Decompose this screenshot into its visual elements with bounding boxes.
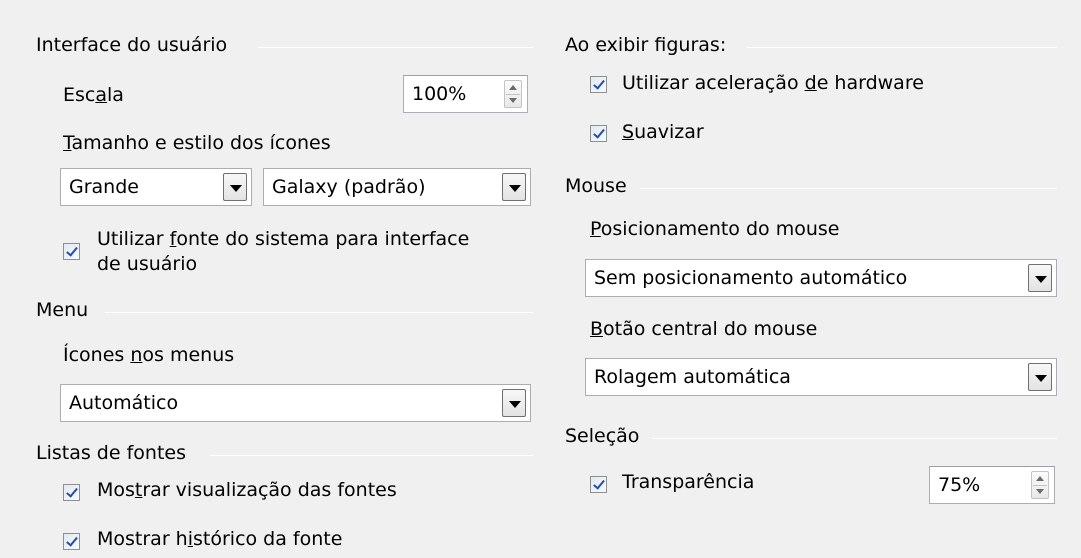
hw-accel-label: Utilizar aceleração de hardware (622, 72, 924, 94)
smooth-checkbox[interactable] (590, 125, 607, 142)
section-divider (258, 47, 533, 48)
menu-icons-select[interactable]: Automático (60, 384, 531, 422)
mouse-positioning-value: Sem posicionamento automático (594, 267, 908, 289)
menu-icons-label: Ícones nos menus (63, 344, 235, 366)
icon-size-value: Grande (69, 176, 139, 198)
scale-spinbox[interactable]: 100% (403, 75, 528, 113)
font-history-label: Mostrar histórico da fonte (97, 528, 343, 550)
scale-label: Escala (63, 84, 124, 106)
section-title-interface: Interface do usuário (36, 34, 228, 56)
section-divider (105, 312, 533, 313)
scale-value: 100% (412, 83, 467, 105)
section-divider (652, 438, 1057, 439)
chevron-down-icon[interactable] (502, 389, 526, 417)
font-preview-label: Mostrar visualização das fontes (97, 479, 397, 501)
mouse-positioning-label: Posicionamento do mouse (590, 218, 840, 240)
menu-icons-value: Automático (69, 392, 179, 414)
mouse-positioning-select[interactable]: Sem posicionamento automático (585, 259, 1057, 297)
section-divider (747, 47, 1057, 48)
section-title-figures: Ao exibir figuras: (565, 34, 727, 56)
transparency-spinbox[interactable]: 75% (929, 466, 1055, 504)
chevron-down-icon[interactable] (502, 173, 526, 201)
section-divider (210, 455, 533, 456)
icon-style-select[interactable]: Galaxy (padrão) (263, 168, 531, 206)
system-font-checkbox[interactable] (63, 243, 80, 260)
icon-size-select[interactable]: Grande (60, 168, 252, 206)
hw-accel-checkbox[interactable] (590, 76, 607, 93)
middle-button-label: Botão central do mouse (590, 318, 818, 340)
system-font-label: Utilizar fonte do sistema para interface… (97, 228, 470, 275)
font-history-checkbox[interactable] (63, 533, 80, 550)
chevron-down-icon[interactable] (223, 173, 247, 201)
chevron-down-icon[interactable] (1028, 264, 1052, 292)
smooth-label: Suavizar (622, 121, 704, 143)
middle-button-select[interactable]: Rolagem automática (585, 358, 1057, 396)
section-title-menu: Menu (36, 299, 89, 321)
icon-size-style-label: Tamanho e estilo dos ícones (63, 132, 331, 154)
section-title-selection: Seleção (565, 425, 640, 447)
chevron-down-icon[interactable] (1028, 363, 1052, 391)
icon-style-value: Galaxy (padrão) (272, 176, 426, 198)
middle-button-value: Rolagem automática (594, 366, 791, 388)
transparency-checkbox[interactable] (590, 476, 607, 493)
transparency-spin-buttons[interactable] (1031, 471, 1049, 499)
section-divider (640, 188, 1057, 189)
scale-spin-buttons[interactable] (504, 80, 522, 108)
transparency-label: Transparência (622, 471, 755, 493)
transparency-value: 75% (938, 474, 981, 496)
section-title-mouse: Mouse (565, 175, 627, 197)
section-title-font-lists: Listas de fontes (36, 442, 186, 464)
font-preview-checkbox[interactable] (63, 484, 80, 501)
